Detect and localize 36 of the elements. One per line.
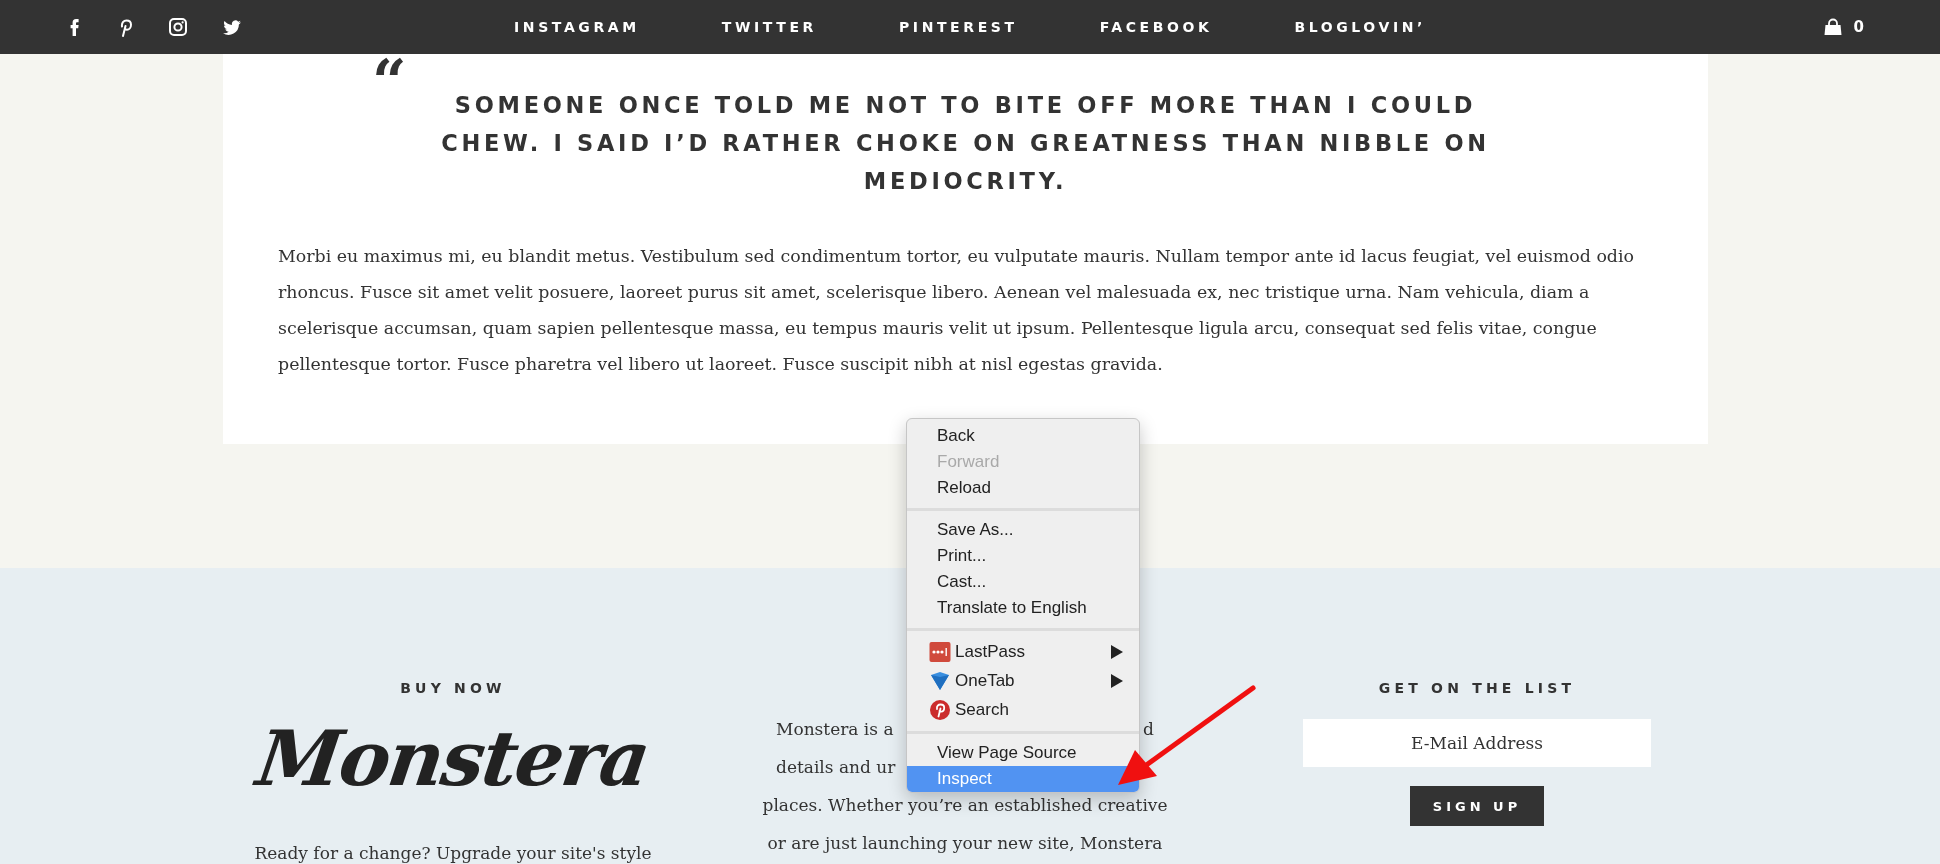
menu-item[interactable]: Back: [907, 423, 981, 449]
sign-up-button[interactable]: SIGN UP: [1410, 786, 1544, 826]
about-text: details and ur: [776, 756, 896, 779]
about-text: d: [1143, 718, 1154, 741]
pull-quote: SOMEONE ONCE TOLD ME NOT TO BITE OFF MORE THAN I COULD CHEW. I SAID I’D RATHER CHOKE ON GREATNESS THAN NIBBLE ON MEDIOCRITY.: [440, 91, 1491, 196]
menu-item[interactable]: Reload: [907, 475, 997, 501]
dotted-square-icon: [929, 640, 951, 663]
email-field[interactable]: E-Mail Address: [1303, 719, 1651, 767]
nav-link[interactable]: INSTAGRAM: [514, 19, 640, 35]
brand-logo: Monstera: [252, 716, 654, 802]
section-heading: BUY NOW: [400, 680, 506, 696]
twitter-icon[interactable]: [222, 18, 242, 36]
menu-item[interactable]: LastPass: [907, 637, 1139, 666]
about-text: Monstera is a: [776, 718, 894, 741]
diamond-icon: [929, 669, 951, 692]
menu-item[interactable]: Search: [907, 695, 1015, 724]
cart-count: 0: [1853, 18, 1864, 36]
menu-item[interactable]: Cast...: [907, 569, 993, 595]
about-text: or are just launching your new site, Monstera: [767, 832, 1163, 855]
article-paragraph: Morbi eu maximus mi, eu blandit metus. Vestibulum sed condimentum tortor, eu vulputate mauris. Nullam tempor ante id lacus feugiat, vel euismod odio rhoncus. Fusce sit amet velit posuere, laoreet purus sit amet, scelerisque libero. Aenean vel malesuada ex, nec tristique urna. Nam vehicula, diam a scelerisque accumsan, quam sapien pellentesque massa, eu tempus mauris velit ut ipsum. Pellentesque ligula arcu, consequat sed felis vitae, congue pellentesque tortor. Fusce pharetra vel libero ut laoreet. Fusce suscipit nibh at nisl egestas gravida.: [278, 245, 1636, 376]
about-text: places. Whether you’re an established creative: [762, 794, 1168, 817]
quote-mark: “: [372, 56, 407, 98]
shopping-bag-icon[interactable]: [1823, 18, 1842, 36]
promo-text: Ready for a change? Upgrade your site's style: [254, 842, 652, 864]
menu-item[interactable]: Print...: [907, 543, 993, 569]
section-heading: GET ON THE LIST: [1378, 680, 1576, 696]
nav-link[interactable]: BLOGLOVIN’: [1294, 19, 1426, 35]
menu-item[interactable]: Save As...: [907, 517, 1020, 543]
nav-link[interactable]: TWITTER: [721, 19, 817, 35]
nav-link[interactable]: PINTEREST: [898, 19, 1018, 35]
menu-item[interactable]: OneTab: [907, 666, 1139, 695]
pin-circle-icon: [929, 698, 951, 721]
instagram-icon[interactable]: [168, 17, 188, 37]
nav-link[interactable]: FACEBOOK: [1099, 19, 1213, 35]
menu-item[interactable]: View Page Source: [907, 740, 1083, 766]
menu-item[interactable]: Translate to English: [907, 595, 1093, 621]
